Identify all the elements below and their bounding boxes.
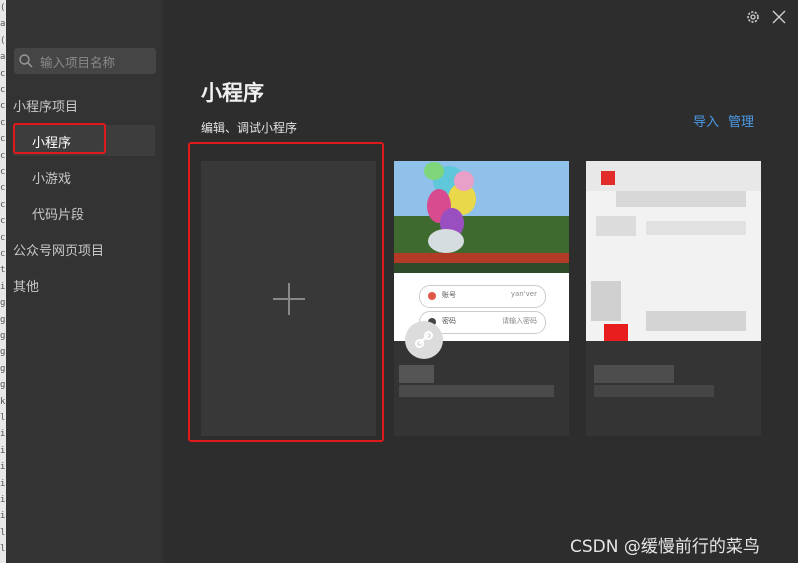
manage-link[interactable]: 管理: [728, 111, 754, 130]
strip-char: g: [0, 298, 6, 309]
nav-section-web-project[interactable]: 公众号网页项目: [13, 240, 104, 259]
project-card[interactable]: 账号 yan'ver 密码 请输入密码: [394, 161, 569, 436]
strip-char: (: [0, 3, 6, 13]
strip-char: g: [0, 363, 6, 374]
strip-char: c: [0, 85, 6, 95]
strip-char: c: [0, 216, 6, 227]
annotation-highlight-new-card: [188, 142, 384, 442]
nav-item-minigame[interactable]: 小游戏: [32, 168, 71, 187]
page-title: 小程序: [201, 81, 264, 105]
strip-char: c: [0, 117, 6, 128]
strip-char: i: [0, 495, 6, 505]
nav-section-other[interactable]: 其他: [13, 276, 39, 295]
strip-char: i: [0, 445, 6, 456]
strip-char: c: [0, 150, 6, 161]
strip-char: i: [0, 478, 6, 489]
strip-char: l: [0, 544, 6, 555]
strip-char: g: [0, 331, 6, 341]
user-icon: [428, 292, 436, 300]
strip-char: a: [0, 19, 6, 30]
link-badge: [405, 321, 443, 359]
project-thumbnail-redacted: [586, 161, 761, 346]
strip-char: c: [0, 134, 6, 145]
close-icon[interactable]: [771, 9, 787, 25]
strip-char: c: [0, 167, 6, 177]
project-meta-redacted: [399, 385, 554, 397]
strip-char: i: [0, 462, 6, 473]
project-info: [586, 341, 761, 436]
mosaic-block: [646, 311, 746, 331]
strip-char: c: [0, 232, 6, 243]
strip-char: g: [0, 380, 6, 391]
annotation-highlight-nav: [13, 123, 106, 154]
strip-char: t: [0, 265, 6, 276]
mosaic-block: [596, 216, 636, 236]
field-label: 账号: [442, 291, 456, 299]
mosaic-block: [601, 171, 615, 185]
strip-char: c: [0, 68, 6, 79]
strip-char: l: [0, 413, 6, 423]
strip-char: g: [0, 347, 6, 358]
strip-char: i: [0, 429, 6, 440]
project-name-redacted: [594, 365, 674, 383]
strip-char: a: [0, 52, 6, 63]
project-meta-redacted: [594, 385, 714, 397]
strip-char: i: [0, 281, 6, 292]
search-icon: [19, 54, 33, 68]
strip-char: i: [0, 511, 6, 522]
strip-char: k: [0, 396, 6, 407]
nav-item-code-snippet[interactable]: 代码片段: [32, 204, 84, 223]
mosaic-block: [591, 281, 621, 321]
link-icon: [415, 331, 433, 348]
field-value: yan'ver: [510, 290, 537, 298]
project-card[interactable]: [586, 161, 761, 436]
field-value: 请输入密码: [502, 317, 537, 325]
thumbnail-photo: [394, 161, 569, 273]
search-box[interactable]: [14, 48, 156, 74]
import-link[interactable]: 导入: [693, 111, 719, 130]
field-label: 密码: [442, 317, 456, 325]
strip-char: c: [0, 101, 6, 112]
nav-section-miniprogram[interactable]: 小程序项目: [13, 96, 78, 115]
project-name-redacted: [399, 365, 434, 383]
strip-char: l: [0, 527, 6, 538]
gear-icon[interactable]: [745, 9, 761, 25]
strip-char: g: [0, 314, 6, 325]
watermark: CSDN @缓慢前行的菜鸟: [570, 537, 760, 557]
strip-char: c: [0, 183, 6, 194]
strip-char: c: [0, 199, 6, 210]
mosaic-block: [616, 191, 746, 207]
search-input[interactable]: [38, 51, 154, 73]
strip-char: c: [0, 249, 6, 259]
thumbnail-username-field: 账号 yan'ver: [419, 285, 546, 308]
project-thumbnail: 账号 yan'ver 密码 请输入密码: [394, 161, 569, 341]
strip-char: (: [0, 35, 6, 46]
page-subtitle: 编辑、调试小程序: [201, 121, 298, 135]
mosaic-block: [646, 221, 746, 235]
